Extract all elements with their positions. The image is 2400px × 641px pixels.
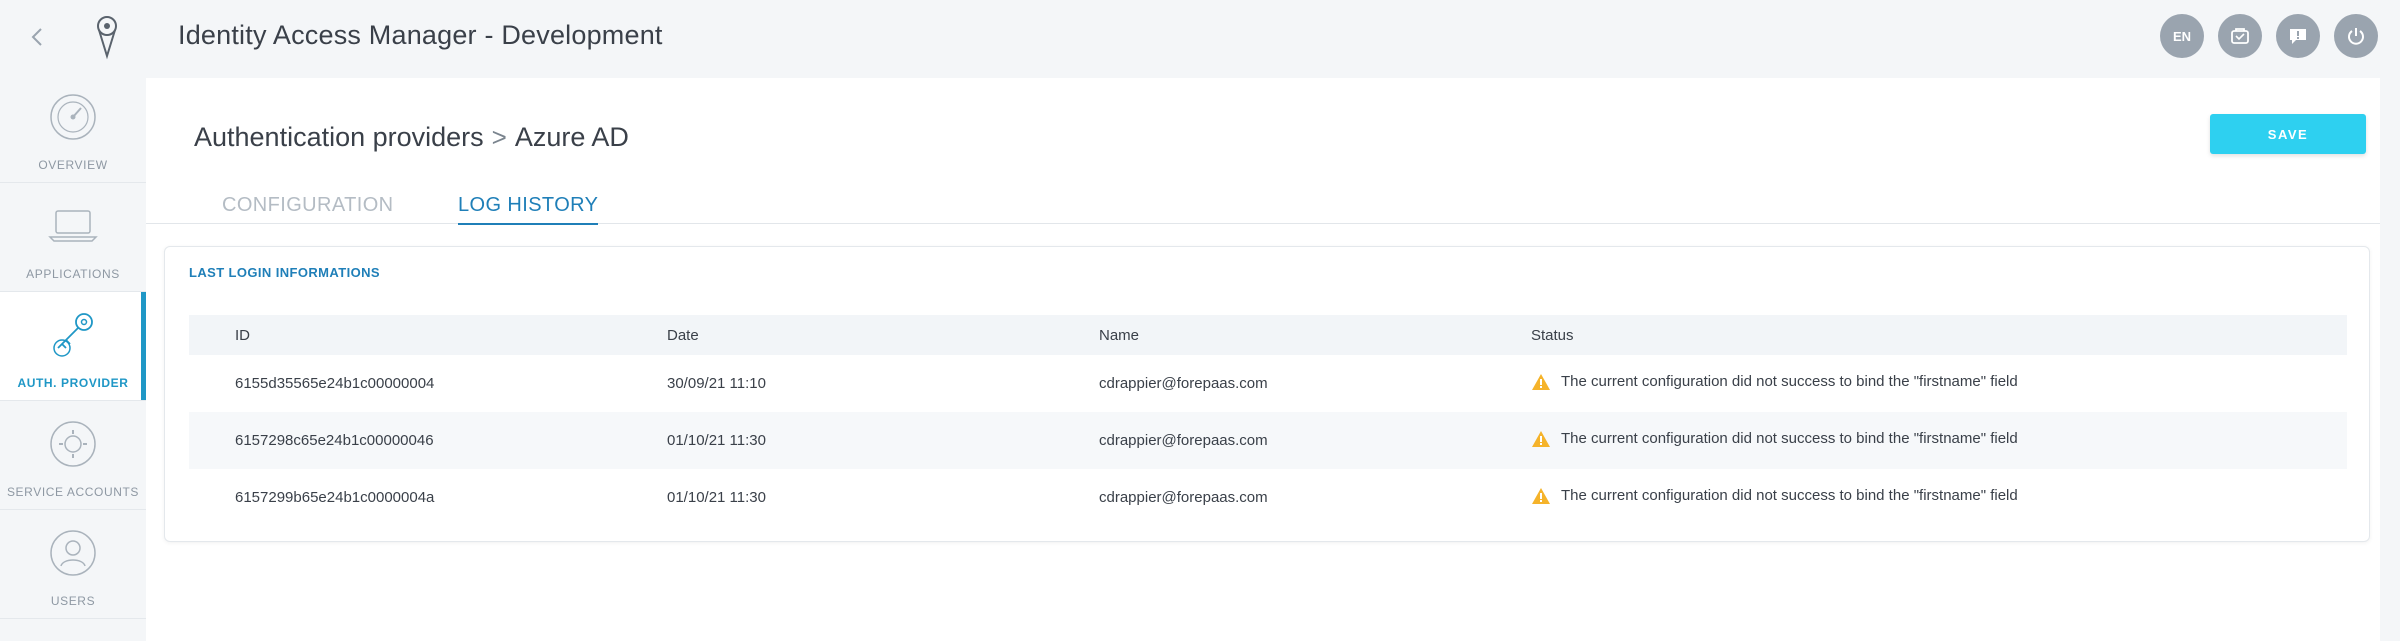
breadcrumb-current: Azure AD <box>514 122 629 152</box>
laptop-icon <box>48 210 98 242</box>
sidebar-label-users: USERS <box>50 594 96 608</box>
table-header-row: ID Date Name Status <box>189 315 2347 355</box>
sidebar-item-overview[interactable]: OVERVIEW <box>0 74 146 183</box>
cell-date: 01/10/21 11:30 <box>667 432 766 449</box>
power-icon <box>2348 28 2364 45</box>
user-icon <box>50 530 96 576</box>
sidebar-label-applications: APPLICATIONS <box>26 267 120 281</box>
language-button[interactable]: EN <box>2160 14 2204 58</box>
warning-icon <box>1532 430 1550 447</box>
status-warning: The current configuration did not succes… <box>1531 487 2018 505</box>
language-icon: EN <box>2172 28 2192 44</box>
status-text: The current configuration did not succes… <box>1561 487 2018 504</box>
breadcrumb-parent[interactable]: Authentication providers <box>194 122 484 153</box>
table-row: 6157299b65e24b1c0000004a 01/10/21 11:30 … <box>189 469 2347 526</box>
save-button[interactable]: SAVE <box>2210 114 2366 154</box>
sidebar-label-overview: OVERVIEW <box>38 158 108 172</box>
cell-status: The current configuration did not succes… <box>1485 469 2347 526</box>
cell-name: cdrappier@forepaas.com <box>1099 375 1268 392</box>
column-header-status: Status <box>1531 326 1574 344</box>
sidebar-item-service-accounts[interactable]: SERVICE ACCOUNTS <box>0 401 146 510</box>
sidebar: OVERVIEW APPLICATIONS AUTH. PROVIDER SER… <box>0 74 146 641</box>
sidebar-item-auth-provider[interactable]: AUTH. PROVIDER <box>0 292 146 401</box>
cell-date: 01/10/21 11:30 <box>667 489 766 506</box>
service-account-icon <box>50 421 96 467</box>
table-row: 6155d35565e24b1c00000004 30/09/21 11:10 … <box>189 355 2347 412</box>
power-button[interactable] <box>2334 14 2378 58</box>
sidebar-label-auth-provider: AUTH. PROVIDER <box>17 376 129 390</box>
cell-id: 6157299b65e24b1c0000004a <box>235 489 435 506</box>
sidebar-item-users[interactable]: USERS <box>0 510 146 619</box>
help-button[interactable] <box>2276 14 2320 58</box>
table-row: 6157298c65e24b1c00000046 01/10/21 11:30 … <box>189 412 2347 469</box>
back-icon[interactable] <box>22 22 52 52</box>
cell-id: 6157298c65e24b1c00000046 <box>235 432 434 449</box>
warning-icon <box>1532 373 1550 390</box>
cell-date: 30/09/21 11:10 <box>667 375 766 392</box>
card-title: LAST LOGIN INFORMATIONS <box>189 265 380 280</box>
status-warning: The current configuration did not succes… <box>1531 373 2018 391</box>
status-text: The current configuration did not succes… <box>1561 430 2018 447</box>
logo-icon <box>97 16 117 60</box>
column-header-date: Date <box>667 326 699 344</box>
column-header-id: ID <box>235 326 250 344</box>
cell-id: 6155d35565e24b1c00000004 <box>235 375 435 392</box>
app-title: Identity Access Manager - Development <box>178 20 663 50</box>
breadcrumb-separator: > <box>491 122 507 152</box>
cell-status: The current configuration did not succes… <box>1485 355 2347 412</box>
top-bar: Identity Access Manager - Development EN <box>0 0 2400 74</box>
sidebar-item-applications[interactable]: APPLICATIONS <box>0 183 146 292</box>
last-login-card: LAST LOGIN INFORMATIONS ID Date Name Sta… <box>164 246 2370 542</box>
warning-icon <box>1532 487 1550 504</box>
status-warning: The current configuration did not succes… <box>1531 430 2018 448</box>
login-table: ID Date Name Status 6155d35565e24b1c0000… <box>189 315 2347 526</box>
tab-bar: CONFIGURATION LOG HISTORY <box>146 186 2380 225</box>
column-header-name: Name <box>1099 326 1140 344</box>
store-icon <box>2231 28 2249 44</box>
cell-name: cdrappier@forepaas.com <box>1099 432 1268 449</box>
key-icon <box>53 313 93 357</box>
store-button[interactable] <box>2218 14 2262 58</box>
cell-status: The current configuration did not succes… <box>1485 412 2347 469</box>
main-panel: Authentication providers > Azure AD SAVE… <box>146 78 2380 641</box>
cell-name: cdrappier@forepaas.com <box>1099 489 1268 506</box>
breadcrumb: Authentication providers > Azure AD <box>194 122 629 153</box>
tab-configuration[interactable]: CONFIGURATION <box>222 194 394 223</box>
status-text: The current configuration did not succes… <box>1561 373 2018 390</box>
dashboard-gauge-icon <box>50 94 96 140</box>
top-actions: EN <box>2160 14 2378 58</box>
sidebar-label-service-accounts: SERVICE ACCOUNTS <box>6 485 140 499</box>
help-icon <box>2290 29 2306 44</box>
tab-log-history[interactable]: LOG HISTORY <box>458 194 599 225</box>
